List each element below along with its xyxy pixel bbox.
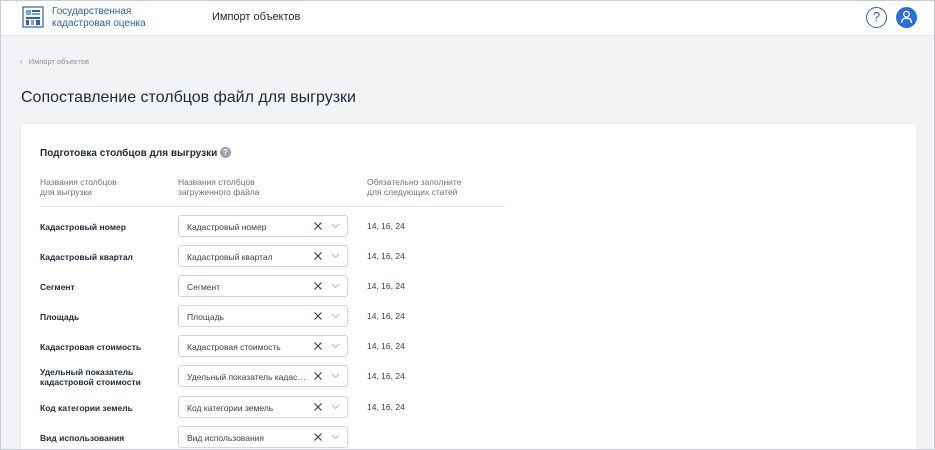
column-select[interactable]: Сегмент [178, 275, 348, 297]
section-title: Подготовка столбцов для выгрузки [40, 148, 218, 159]
chevron-down-icon[interactable] [331, 223, 340, 229]
column-header-line: Названия столбцов [178, 177, 255, 187]
row-label: Вид использования [40, 433, 125, 443]
select-value: Кадастровая стоимость [187, 342, 281, 352]
row-label-line: кадастровой стоимости [40, 377, 141, 387]
column-select[interactable]: Код категории земель [178, 396, 348, 418]
breadcrumb-label: Импорт объектов [28, 57, 89, 66]
select-value: Площадь [187, 312, 225, 322]
row-label: Кадастровый квартал [40, 252, 133, 262]
mapping-row: Сегмент Сегмент 14, 16, 24 [21, 275, 621, 299]
required-articles: 14, 16, 24 [367, 371, 405, 381]
row-label-line: Удельный показатель [40, 367, 134, 377]
required-articles: 14, 16, 24 [367, 402, 405, 412]
logo-icon[interactable] [22, 6, 44, 28]
row-label: Сегмент [40, 282, 75, 292]
clear-icon[interactable] [313, 402, 323, 412]
select-value: Код категории земель [187, 403, 274, 413]
logo-text[interactable]: Государственная кадастровая оценка [52, 6, 146, 29]
clear-icon[interactable] [313, 432, 323, 442]
clear-icon[interactable] [313, 341, 323, 351]
mapping-row: Кадастровый квартал Кадастровый квартал … [21, 245, 621, 269]
chevron-down-icon[interactable] [331, 253, 340, 259]
mapping-row: Площадь Площадь 14, 16, 24 [21, 305, 621, 329]
mapping-row: Удельный показатель кадастровой стоимост… [21, 365, 621, 389]
column-header-line: для следующих статей [367, 187, 458, 197]
column-header-required-articles: Обязательно заполните для следующих стат… [367, 177, 497, 197]
column-header-line: Обязательно заполните [367, 177, 462, 187]
column-header-line: для выгрузки [40, 187, 92, 197]
chevron-down-icon[interactable] [331, 434, 340, 440]
column-select[interactable]: Удельный показатель кадастровой стоимост… [178, 365, 348, 387]
clear-icon[interactable] [313, 251, 323, 261]
clear-icon[interactable] [313, 311, 323, 321]
clear-icon[interactable] [313, 221, 323, 231]
required-articles: 14, 16, 24 [367, 311, 405, 321]
column-header-export-names: Названия столбцов для выгрузки [40, 177, 150, 197]
required-articles: 14, 16, 24 [367, 341, 405, 351]
required-articles: 14, 16, 24 [367, 221, 405, 231]
chevron-down-icon[interactable] [331, 373, 340, 379]
user-profile-button[interactable] [896, 7, 917, 28]
select-value: Вид использования [187, 433, 264, 443]
select-value: Удельный показатель кадастровой стоимост… [187, 372, 309, 382]
row-label: Кадастровая стоимость [40, 342, 142, 352]
mapping-row: Кадастровая стоимость Кадастровая стоимо… [21, 335, 621, 359]
column-select[interactable]: Кадастровая стоимость [178, 335, 348, 357]
chevron-down-icon[interactable] [331, 313, 340, 319]
clear-icon[interactable] [313, 371, 323, 381]
column-select[interactable]: Кадастровый номер [178, 215, 348, 237]
user-icon [900, 10, 913, 24]
clear-icon[interactable] [313, 281, 323, 291]
mapping-row: Код категории земель Код категории земел… [21, 396, 621, 420]
row-label: Кадастровый номер [40, 222, 126, 232]
select-value: Сегмент [187, 282, 221, 292]
breadcrumb-back-link[interactable]: ‹ Импорт объектов [20, 57, 89, 66]
chevron-down-icon[interactable] [331, 343, 340, 349]
logo-line-1: Государственная [52, 6, 132, 17]
row-label: Площадь [40, 312, 80, 322]
help-button[interactable]: ? [866, 7, 887, 28]
column-header-file-names: Названия столбцов загруженного файла [178, 177, 308, 197]
required-articles: 14, 16, 24 [367, 251, 405, 261]
column-header-line: загруженного файла [178, 187, 260, 197]
column-select[interactable]: Площадь [178, 305, 348, 327]
required-articles: 14, 16, 24 [367, 281, 405, 291]
chevron-down-icon[interactable] [331, 404, 340, 410]
mapping-card: Подготовка столбцов для выгрузки ? Назва… [21, 124, 916, 450]
select-value: Кадастровый номер [187, 222, 267, 232]
header-title: Импорт объектов [212, 11, 301, 23]
mapping-row: Вид использования Вид использования [21, 426, 621, 450]
mapping-row: Кадастровый номер Кадастровый номер 14, … [21, 215, 621, 239]
column-select[interactable]: Кадастровый квартал [178, 245, 348, 267]
row-label: Удельный показатель кадастровой стоимост… [40, 365, 175, 389]
chevron-left-icon: ‹ [20, 57, 23, 66]
top-header: Государственная кадастровая оценка Импор… [0, 0, 935, 36]
row-label: Код категории земель [40, 403, 133, 413]
header-divider [40, 206, 505, 207]
column-header-line: Названия столбцов [40, 177, 117, 187]
chevron-down-icon[interactable] [331, 283, 340, 289]
column-select[interactable]: Вид использования [178, 426, 348, 448]
logo-line-2: кадастровая оценка [52, 17, 146, 29]
page-title: Сопоставление столбцов файл для выгрузки [21, 89, 356, 106]
info-icon[interactable]: ? [220, 147, 231, 158]
select-value: Кадастровый квартал [187, 252, 273, 262]
